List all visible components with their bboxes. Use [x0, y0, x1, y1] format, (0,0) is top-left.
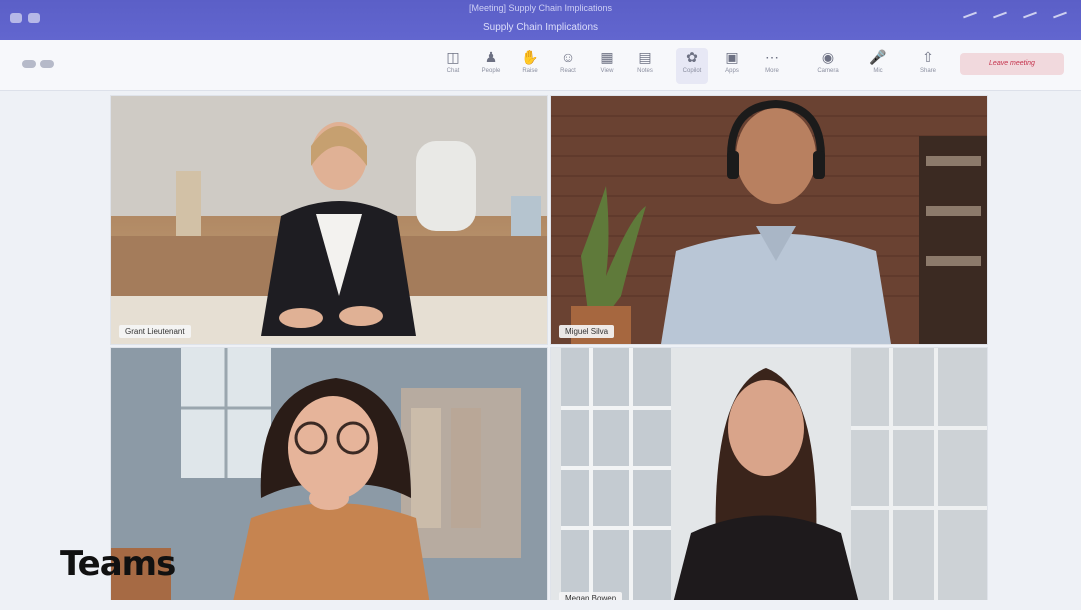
mic-button[interactable]: 🎤 Mic	[862, 48, 894, 84]
copilot-label: Copilot	[682, 68, 702, 74]
participant-video-4	[551, 348, 987, 610]
raise-label: Raise	[522, 68, 538, 74]
window-controls	[963, 11, 1067, 19]
chat-icon: ◫	[446, 49, 460, 65]
view-icon: ▦	[600, 49, 614, 65]
people-button[interactable]: ♟ People	[475, 48, 507, 84]
copilot-button[interactable]: ✿ Copilot	[676, 48, 708, 84]
more-icon: ⋯	[765, 49, 779, 65]
apps-label: Apps	[725, 68, 739, 74]
notes-label: Notes	[637, 68, 653, 74]
participant-video-3	[111, 348, 547, 610]
notes-icon: ▤	[638, 49, 652, 65]
meeting-title: Supply Chain Implications	[482, 22, 599, 33]
window-title-top: [Meeting] Supply Chain Implications	[468, 3, 613, 13]
leave-meeting-button[interactable]: Leave meeting	[960, 53, 1064, 75]
participant-video-1	[111, 96, 547, 344]
meeting-info-icon[interactable]	[22, 55, 62, 71]
copilot-icon: ✿	[686, 49, 698, 65]
video-grid: Grant Lieutenant Miguel Silva Megan Bowe…	[110, 95, 988, 610]
teams-meeting-window: [Meeting] Supply Chain Implications Supp…	[0, 0, 1081, 610]
video-tile-4[interactable]: Megan Bowen	[550, 347, 988, 610]
camera-label: Camera	[817, 68, 839, 74]
react-icon: ☺	[560, 49, 576, 65]
mic-icon: 🎤	[869, 49, 887, 65]
react-label: React	[560, 68, 576, 74]
title-bar: [Meeting] Supply Chain Implications Supp…	[0, 0, 1081, 40]
people-label: People	[481, 68, 501, 74]
react-button[interactable]: ☺ React	[552, 48, 584, 84]
share-button[interactable]: ⇧ Share	[912, 48, 944, 84]
apps-icon: ▣	[725, 49, 739, 65]
video-tile-3[interactable]	[110, 347, 548, 610]
apps-button[interactable]: ▣ Apps	[716, 48, 748, 84]
share-label: Share	[919, 68, 936, 74]
notes-button[interactable]: ▤ Notes	[629, 48, 661, 84]
people-icon: ♟	[484, 49, 498, 65]
raise-hand-icon: ✋	[521, 49, 539, 65]
video-tile-2[interactable]: Miguel Silva	[550, 95, 988, 345]
participant-name-tag: Miguel Silva	[559, 325, 615, 338]
teams-overlay-label: Teams	[60, 544, 176, 584]
video-tile-1[interactable]: Grant Lieutenant	[110, 95, 548, 345]
more-button[interactable]: ⋯ More	[756, 48, 788, 84]
camera-button[interactable]: ◉ Camera	[812, 48, 844, 84]
view-button[interactable]: ▦ View	[591, 48, 623, 84]
camera-icon: ◉	[821, 49, 835, 65]
mic-label: Mic	[873, 68, 883, 74]
raise-hand-button[interactable]: ✋ Raise	[514, 48, 546, 84]
participant-name-tag: Grant Lieutenant	[119, 325, 191, 338]
bottom-edge	[0, 600, 1081, 610]
meeting-toolbar: ◫ Chat ♟ People ✋ Raise ☺ React ▦ View ▤…	[0, 40, 1081, 91]
more-label: More	[765, 68, 779, 74]
participant-video-2	[551, 96, 987, 344]
share-icon: ⇧	[922, 49, 934, 65]
chat-label: Chat	[446, 68, 460, 74]
chat-button[interactable]: ◫ Chat	[437, 48, 469, 84]
view-label: View	[600, 68, 614, 74]
